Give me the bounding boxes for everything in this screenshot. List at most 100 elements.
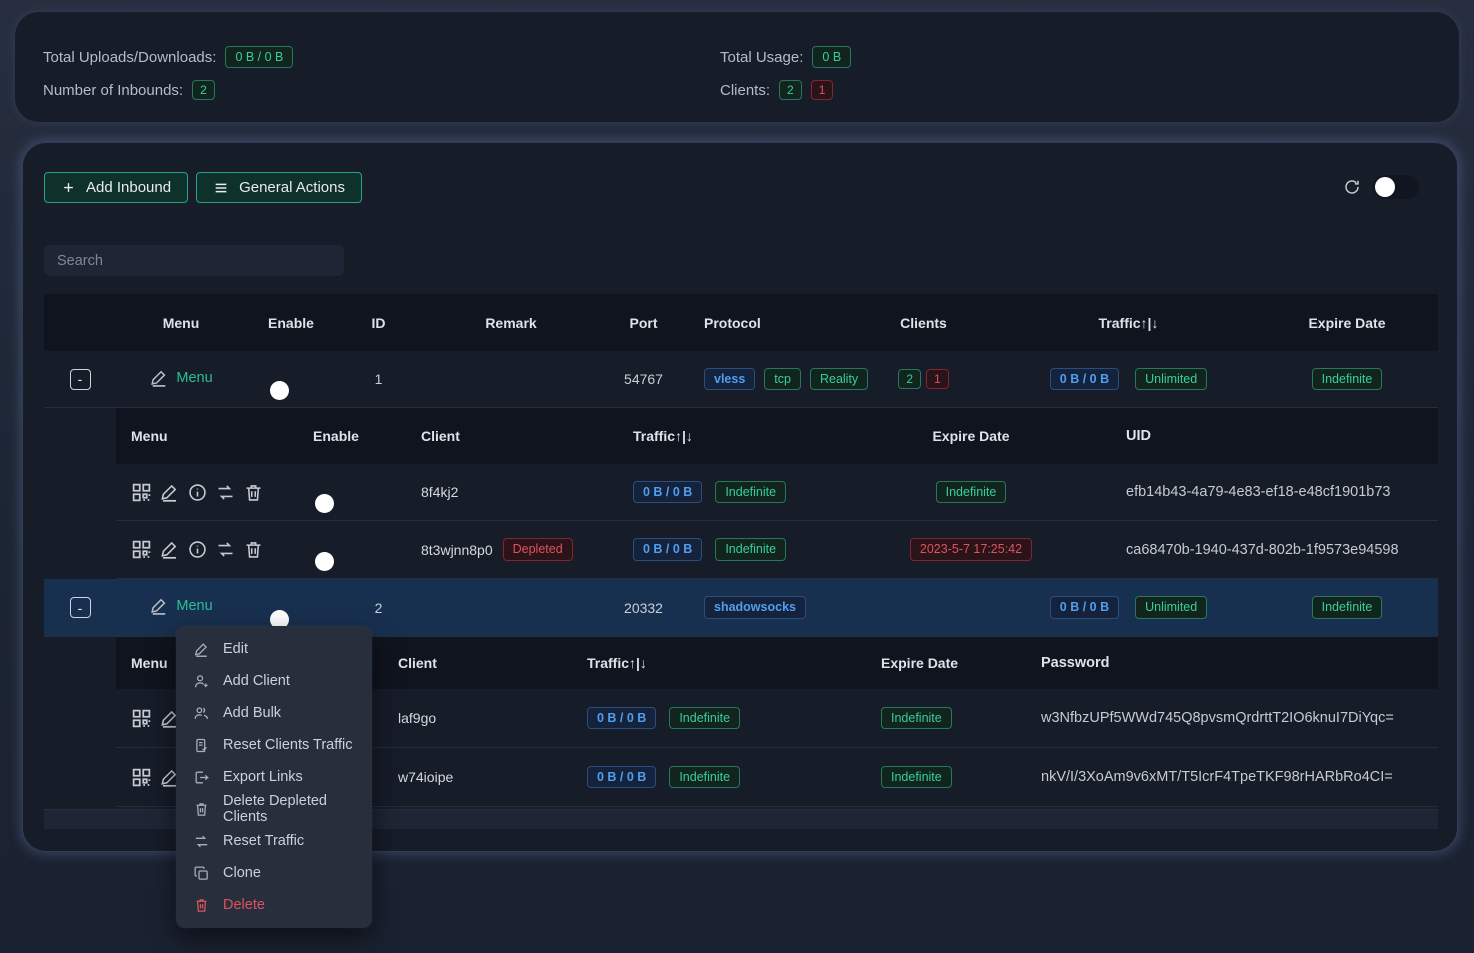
menu-item-delete[interactable]: Delete — [176, 889, 372, 921]
delete-client-icon[interactable] — [243, 539, 264, 560]
qr-code-icon[interactable] — [131, 539, 152, 560]
add-bulk-icon — [193, 705, 210, 722]
menu-item-delete-depleted-clients[interactable]: Delete Depleted Clients — [176, 793, 372, 825]
menu-item-export-links[interactable]: Export Links — [176, 761, 372, 793]
header-id: ID — [372, 315, 386, 331]
header-protocol: Protocol — [686, 315, 761, 331]
inbound-2-menu-button[interactable]: Menu — [149, 596, 212, 616]
delete-icon — [193, 897, 210, 914]
general-actions-button[interactable]: General Actions — [196, 172, 362, 203]
qr-code-icon[interactable] — [131, 482, 152, 503]
toolbar: Add Inbound General Actions — [44, 172, 362, 203]
client-traffic-badge: 0 B / 0 B — [587, 707, 656, 730]
pencil-icon — [149, 368, 169, 388]
client-name: 8t3wjnn8p0 — [421, 542, 493, 558]
collapse-inbound-2-button[interactable]: - — [70, 597, 91, 618]
client-expire-badge: Indefinite — [936, 481, 1007, 504]
inbound-context-menu: Edit Add Client Add Bulk Reset Clients T… — [176, 626, 372, 928]
sub1-header-traffic-sort[interactable]: Traffic↑|↓ — [571, 428, 861, 444]
total-uploads-downloads-label: Total Uploads/Downloads: — [43, 49, 216, 66]
total-uploads-downloads-stat: Total Uploads/Downloads: 0 B / 0 B — [43, 45, 293, 69]
refresh-icon[interactable] — [1343, 178, 1361, 196]
reset-traffic-icon[interactable] — [215, 482, 236, 503]
inbound-1-clients-table: Menu Enable Client Traffic↑|↓ Expire Dat… — [116, 408, 1438, 579]
number-of-inbounds-stat: Number of Inbounds: 2 — [43, 78, 293, 102]
inbound-2-id: 2 — [375, 600, 383, 616]
inbound-1-clients-depleted: 1 — [926, 369, 949, 389]
info-icon[interactable] — [187, 482, 208, 503]
inbound-1-menu-button[interactable]: Menu — [149, 368, 212, 388]
clients-table-header: Menu Enable Client Traffic↑|↓ Expire Dat… — [116, 408, 1438, 464]
client-traffic-badge: 0 B / 0 B — [587, 766, 656, 789]
sub2-header-expire: Expire Date — [851, 655, 1031, 671]
client-expire-badge: Indefinite — [881, 707, 952, 730]
client-uid: ca68470b-1940-437d-802b-1f9573e94598 — [1081, 542, 1438, 558]
edit-client-icon[interactable] — [159, 539, 180, 560]
reset-traffic-icon[interactable] — [215, 539, 236, 560]
reset-clients-traffic-icon — [193, 737, 210, 754]
client-traffic-badge: 0 B / 0 B — [633, 481, 702, 504]
plus-icon — [61, 180, 76, 195]
header-expire-date: Expire Date — [1308, 315, 1385, 331]
clients-active-count: 2 — [779, 80, 802, 100]
total-uploads-downloads-value: 0 B / 0 B — [225, 46, 293, 69]
search-input[interactable] — [44, 245, 344, 276]
client-traffic-limit-badge: Indefinite — [669, 707, 740, 730]
client-traffic-badge: 0 B / 0 B — [633, 538, 702, 561]
number-of-inbounds-label: Number of Inbounds: — [43, 82, 183, 99]
sub1-header-menu: Menu — [116, 428, 291, 444]
delete-client-icon[interactable] — [243, 482, 264, 503]
qr-code-icon[interactable] — [131, 708, 152, 729]
inbound-1-traffic-badge: 0 B / 0 B — [1050, 368, 1119, 391]
menu-item-add-client[interactable]: Add Client — [176, 665, 372, 697]
info-icon[interactable] — [187, 539, 208, 560]
header-remark: Remark — [485, 315, 536, 331]
client-name: 8f4kj2 — [421, 484, 458, 500]
table-header-row: Menu Enable ID Remark Port Protocol Clie… — [44, 294, 1438, 351]
menu-item-edit[interactable]: Edit — [176, 633, 372, 665]
clone-icon — [193, 865, 210, 882]
network-badge: tcp — [764, 368, 801, 391]
edit-client-icon[interactable] — [159, 482, 180, 503]
menu-item-add-bulk[interactable]: Add Bulk — [176, 697, 372, 729]
security-badge: Reality — [810, 368, 868, 391]
reset-traffic-icon — [193, 833, 210, 850]
collapse-inbound-1-button[interactable]: - — [70, 369, 91, 390]
header-port: Port — [630, 315, 658, 331]
clients-depleted-count: 1 — [811, 80, 834, 100]
pencil-icon — [149, 596, 169, 616]
dark-mode-toggle[interactable] — [1373, 175, 1419, 199]
add-client-icon — [193, 673, 210, 690]
menu-item-reset-traffic[interactable]: Reset Traffic — [176, 825, 372, 857]
client-password: w3NfbzUPf5WWd745Q8pvsmQrdrttT2IO6knuI7Di… — [1031, 710, 1438, 726]
client-row: 8t3wjnn8p0 Depleted 0 B / 0 B Indefinite… — [116, 521, 1438, 579]
total-usage-stat: Total Usage: 0 B — [720, 45, 851, 69]
client-depleted-badge: Depleted — [503, 538, 573, 561]
inbounds-panel: Add Inbound General Actions Menu Enable … — [22, 142, 1458, 852]
inbound-1-expire-badge: Indefinite — [1312, 368, 1383, 391]
header-traffic-sort[interactable]: Traffic↑|↓ — [1099, 315, 1159, 331]
client-uid: efb14b43-4a79-4e83-ef18-e48cf1901b73 — [1081, 484, 1438, 500]
client-name: laf9go — [398, 710, 436, 726]
total-usage-label: Total Usage: — [720, 49, 803, 66]
sub2-header-client: Client — [381, 655, 561, 671]
inbound-1-port: 54767 — [624, 371, 663, 387]
client-traffic-limit-badge: Indefinite — [669, 766, 740, 789]
sub1-header-expire: Expire Date — [932, 428, 1009, 444]
client-expire-badge: 2023-5-7 17:25:42 — [910, 538, 1032, 561]
add-inbound-button[interactable]: Add Inbound — [44, 172, 188, 203]
clients-label: Clients: — [720, 82, 770, 99]
sub2-header-password: Password — [1031, 655, 1438, 671]
sub1-header-enable: Enable — [313, 428, 359, 444]
menu-item-reset-clients-traffic[interactable]: Reset Clients Traffic — [176, 729, 372, 761]
number-of-inbounds-value: 2 — [192, 80, 215, 100]
client-row: 8f4kj2 0 B / 0 B Indefinite Indefinite e… — [116, 464, 1438, 521]
delete-depleted-clients-icon — [193, 801, 210, 818]
pencil-icon — [193, 641, 210, 658]
add-inbound-label: Add Inbound — [86, 179, 171, 196]
hamburger-icon — [213, 180, 229, 196]
general-actions-label: General Actions — [239, 179, 345, 196]
menu-item-clone[interactable]: Clone — [176, 857, 372, 889]
qr-code-icon[interactable] — [131, 767, 152, 788]
sub2-header-traffic-sort[interactable]: Traffic↑|↓ — [561, 655, 851, 671]
